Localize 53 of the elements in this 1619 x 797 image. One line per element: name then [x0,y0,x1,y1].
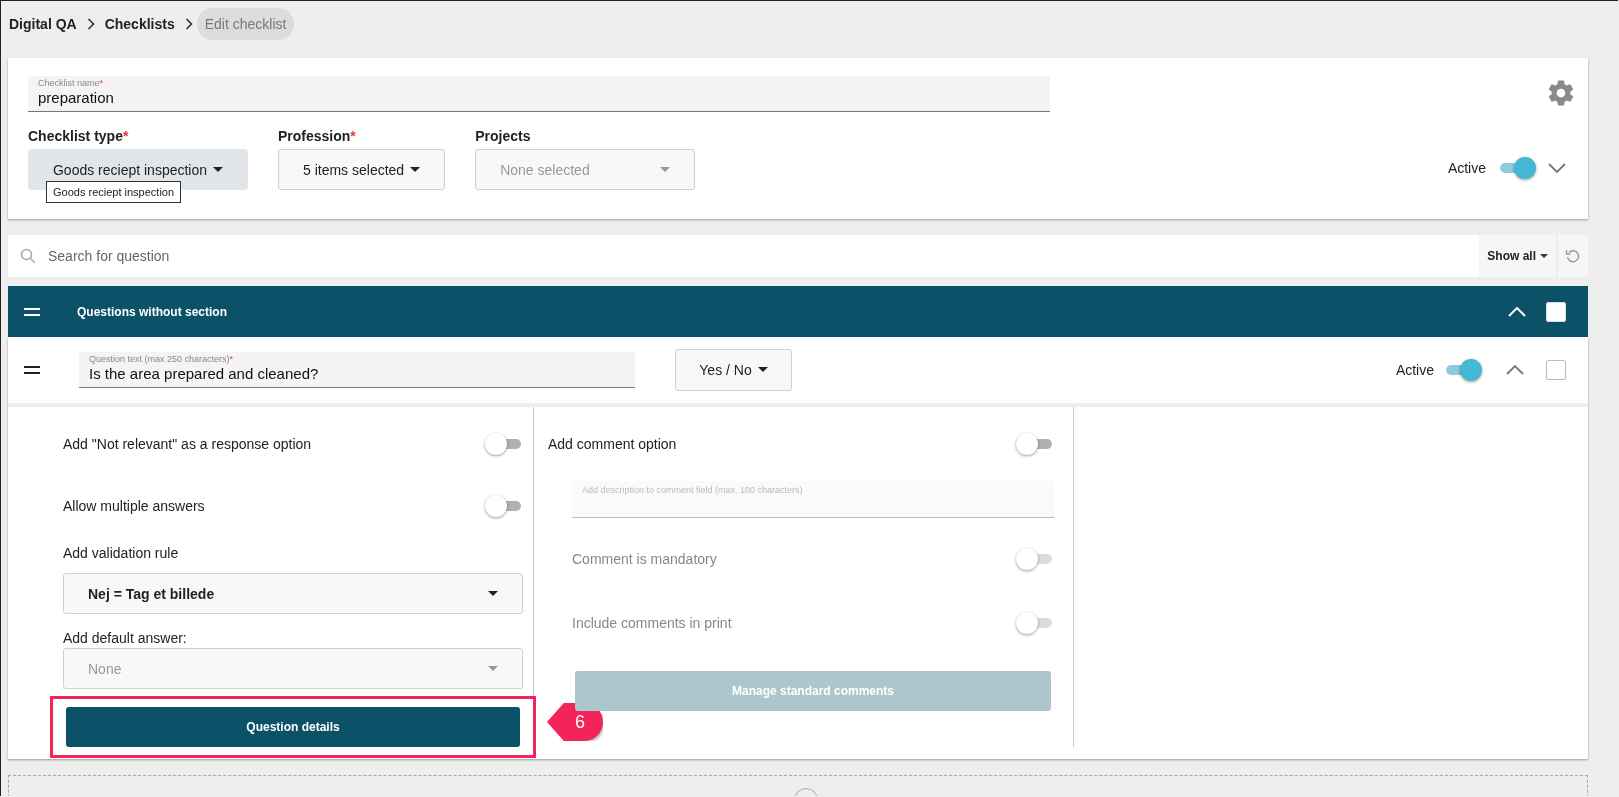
field-label: Checklist name* [38,78,105,88]
field-label: Question text (max 250 characters)* [89,354,235,364]
filter-label: Profession* [278,128,357,144]
reset-button[interactable] [1558,235,1588,277]
toggle-switch[interactable] [485,495,523,517]
toggle-switch[interactable] [485,433,523,455]
drag-handle-icon[interactable] [24,366,40,374]
checkbox[interactable] [1546,360,1566,380]
option-label: Include comments in print [572,615,732,631]
filter-label: Checklist type* [28,128,130,144]
caret-icon [660,166,671,173]
toggle-switch[interactable] [1498,157,1536,179]
answer-type-dropdown[interactable]: Yes / No [675,349,792,391]
caret-icon [1540,253,1548,259]
field-label: Add validation rule [63,544,180,563]
option-label: Comment is mandatory [572,551,717,567]
tooltip: Goods reciept inspection [46,181,182,203]
field-value: preparation [38,89,115,106]
section-title: Questions without section [77,304,227,319]
checklist-name-field[interactable]: Checklist name* preparation [28,76,1050,112]
breadcrumb-link[interactable]: Digital QA [9,16,77,32]
breadcrumb-link[interactable]: Checklists [104,16,175,32]
caret-icon [488,665,498,672]
settings-icon[interactable] [1546,78,1576,108]
chevron-right-icon [86,18,95,30]
callout-badge: 6 [547,703,603,741]
checkbox[interactable] [1546,301,1566,322]
filter-label: Projects [475,128,532,144]
caret-icon [410,166,421,173]
dropdown[interactable]: 5 items selected [278,149,446,190]
show-all-dropdown[interactable]: Show all [1479,235,1556,277]
caret-icon [213,166,224,173]
active-label: Active [1447,160,1486,176]
option-label: Allow multiple answers [63,498,205,514]
search-field[interactable]: Search for question [46,247,1480,265]
dropdown[interactable]: Nej = Tag et billede [63,573,523,614]
field-value: Is the area prepared and cleaned? [89,365,320,382]
option-label: Add comment option [548,436,677,452]
option-label: Add "Not relevant" as a response option [63,436,312,452]
active-label: Active [1395,362,1434,378]
toggle-switch[interactable] [1444,359,1482,381]
chevron-right-icon [184,18,193,30]
field-label: Add default answer: [63,629,188,648]
chevron-down-icon[interactable] [1548,163,1566,173]
caret-icon [757,367,768,373]
search-icon [20,248,36,264]
action-button[interactable]: Question details [66,707,520,747]
chevron-up-icon[interactable] [1506,365,1524,375]
toggle-switch[interactable] [1016,433,1054,455]
question-text-field[interactable]: Question text (max 250 characters)* Is the area prepared and cleaned? [79,352,635,388]
undo-icon [1565,248,1581,264]
search-bar[interactable]: Search for question [8,235,1480,277]
caret-icon [488,590,498,597]
